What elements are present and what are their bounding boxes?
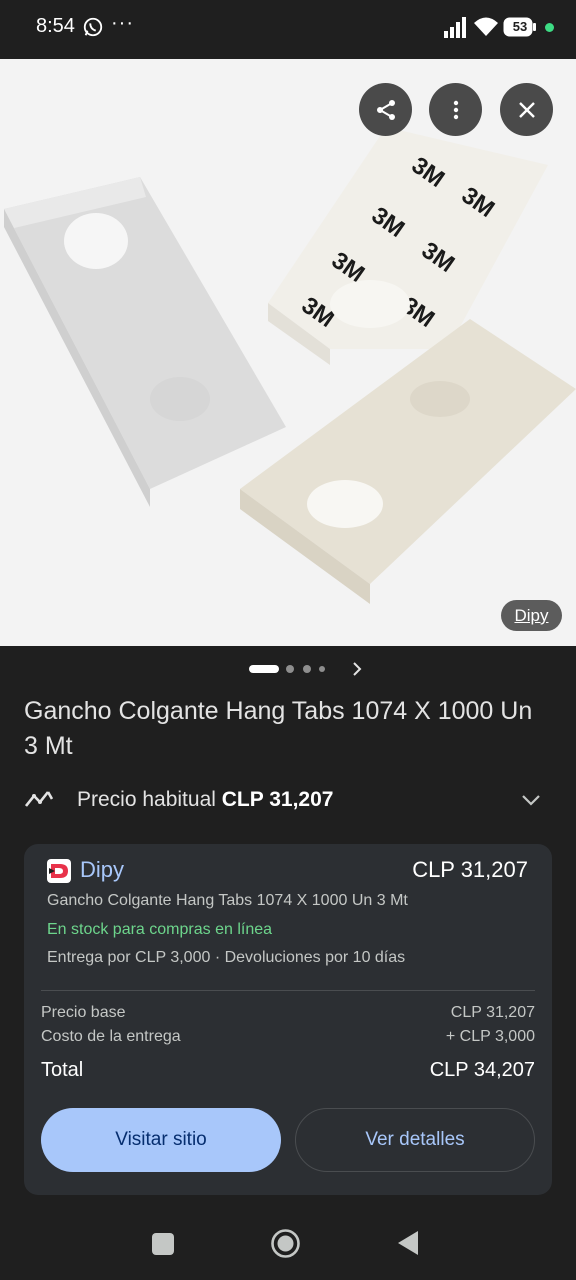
view-details-button[interactable]: Ver detalles — [295, 1108, 535, 1172]
signal-icon — [444, 17, 466, 38]
trending-icon — [25, 791, 53, 807]
navigation-bar — [0, 1210, 576, 1280]
recents-icon[interactable] — [152, 1233, 174, 1255]
share-button[interactable] — [359, 83, 412, 136]
pager-dot[interactable] — [319, 666, 325, 672]
usual-price-label: Precio habitual CLP 31,207 — [77, 788, 333, 812]
shipping-info: Entrega por CLP 3,000 · Devoluciones por… — [47, 949, 406, 966]
screen: 8:54 ··· 53 3M 3M 3M 3M 3M 3M 3M Dipy Ga… — [0, 0, 576, 1280]
delivery-cost-label: Costo de la entrega — [41, 1028, 181, 1045]
pager-dot-active[interactable] — [249, 665, 279, 673]
notification-more-icon: ··· — [111, 12, 134, 34]
total-value: CLP 34,207 — [429, 1059, 535, 1081]
price-history-row[interactable]: Precio habitual CLP 31,207 — [0, 778, 576, 822]
wifi-icon — [474, 17, 498, 36]
delivery-cost-value: + CLP 3,000 — [445, 1028, 535, 1045]
image-pager — [0, 655, 576, 683]
more-options-button[interactable] — [429, 83, 482, 136]
close-icon — [518, 101, 535, 118]
more-vert-icon — [453, 100, 458, 119]
dipy-logo-icon — [47, 859, 71, 883]
back-icon[interactable] — [397, 1230, 419, 1256]
visit-site-button[interactable]: Visitar sitio — [41, 1108, 281, 1172]
base-price-value: CLP 31,207 — [450, 1004, 535, 1021]
divider — [41, 990, 535, 991]
image-source-link[interactable]: Dipy — [501, 600, 562, 631]
pager-dot[interactable] — [286, 665, 294, 673]
pager-dot[interactable] — [303, 665, 311, 673]
stock-status: En stock para compras en línea — [47, 921, 273, 938]
offer-price: CLP 31,207 — [412, 857, 528, 882]
offer-card: Dipy CLP 31,207 Gancho Colgante Hang Tab… — [24, 844, 552, 1195]
status-time: 8:54 — [36, 15, 75, 37]
status-bar: 8:54 ··· 53 — [0, 0, 576, 58]
total-label: Total — [41, 1059, 84, 1081]
chevron-right-icon[interactable] — [349, 660, 365, 678]
close-button[interactable] — [500, 83, 553, 136]
usual-price-value: CLP 31,207 — [221, 788, 334, 811]
battery-level: 53 — [512, 19, 528, 34]
offer-title: Gancho Colgante Hang Tabs 1074 X 1000 Un… — [47, 892, 408, 909]
home-icon[interactable] — [270, 1228, 301, 1259]
whatsapp-icon — [83, 17, 103, 37]
privacy-indicator-dot — [545, 23, 554, 32]
share-icon — [376, 99, 395, 120]
base-price-label: Precio base — [41, 1004, 126, 1021]
chevron-down-icon[interactable] — [520, 790, 542, 810]
product-image-viewer[interactable]: 3M 3M 3M 3M 3M 3M 3M Dipy — [0, 59, 576, 646]
usual-price-text: Precio habitual — [77, 788, 216, 811]
product-title: Gancho Colgante Hang Tabs 1074 X 1000 Un… — [24, 697, 533, 760]
store-name-link[interactable]: Dipy — [80, 857, 124, 883]
product-image[interactable]: 3M 3M 3M 3M 3M 3M 3M — [0, 59, 576, 646]
